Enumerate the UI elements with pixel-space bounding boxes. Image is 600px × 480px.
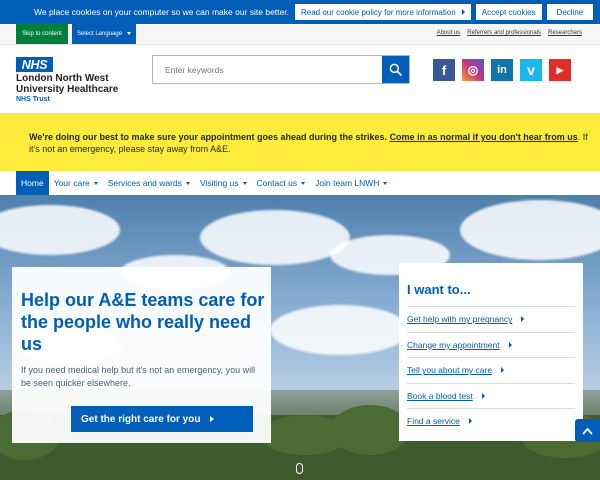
utility-links: About us Referrers and professionals Res… [437, 30, 582, 36]
nav-your-care[interactable]: Your care [49, 171, 103, 195]
scroll-to-top-button[interactable] [575, 419, 600, 442]
main-nav: Home Your care Services and wards Visiti… [0, 171, 600, 195]
caret-down-icon [127, 32, 132, 35]
want-item-pregnancy[interactable]: Get help with my pregnancy [407, 306, 575, 332]
facebook-icon[interactable]: f [433, 59, 455, 81]
nav-visiting-us[interactable]: Visiting us [195, 171, 252, 195]
chevron-up-icon [582, 427, 593, 434]
nav-services-and-wards[interactable]: Services and wards [103, 171, 195, 195]
strike-alert-bold: We're doing our best to make sure your a… [29, 132, 388, 142]
about-us-link[interactable]: About us [437, 30, 461, 36]
get-right-care-button[interactable]: Get the right care for you [71, 406, 253, 432]
triangle-right-icon [210, 416, 215, 422]
researchers-link[interactable]: Researchers [548, 30, 582, 36]
cloud-shape [0, 205, 120, 255]
nav-home[interactable]: Home [16, 171, 49, 195]
caret-down-icon [185, 181, 190, 185]
nhs-trust-label: NHS Trust [16, 96, 50, 103]
want-item-blood-test[interactable]: Book a blood test [407, 382, 575, 409]
caret-down-icon [383, 181, 388, 185]
trust-name: London North West University Healthcare [16, 73, 119, 95]
caret-down-icon [242, 181, 247, 185]
triangle-right-icon [481, 392, 485, 399]
cookie-policy-label: Read our cookie policy for more informat… [300, 7, 456, 17]
nhs-logo-badge: NHS [16, 57, 53, 72]
trust-name-line-2: University Healthcare [16, 83, 119, 95]
cloud-shape [270, 305, 410, 355]
want-item-change-appointment[interactable]: Change my appointment [407, 331, 575, 358]
decline-cookies-button[interactable]: Decline [546, 4, 594, 20]
cookie-banner: We place cookies on your computer so we … [0, 0, 600, 24]
caret-down-icon [93, 181, 98, 185]
search-input[interactable] [153, 56, 382, 83]
strike-alert-link[interactable]: Come in as normal if you don't hear from… [390, 132, 578, 142]
triangle-right-icon [501, 367, 505, 374]
strike-alert-banner: We're doing our best to make sure your a… [0, 113, 600, 171]
search-icon [389, 63, 402, 76]
triangle-right-icon [521, 316, 525, 323]
linkedin-icon[interactable]: in [491, 59, 513, 81]
tree-shape [330, 405, 410, 455]
referrers-link[interactable]: Referrers and professionals [467, 30, 541, 36]
i-want-to-card: I want to... Get help with my pregnancy … [399, 263, 583, 441]
instagram-icon[interactable]: ◎ [462, 59, 484, 81]
language-select[interactable]: Select Language [72, 23, 136, 44]
youtube-icon[interactable]: ▶ [549, 59, 571, 81]
header-divider [0, 44, 600, 45]
want-item-tell-about-care[interactable]: Tell you about my care [407, 357, 575, 383]
language-select-label: Select Language [77, 30, 123, 37]
caret-down-icon [301, 181, 306, 185]
skip-to-content-link[interactable]: Skip to content [16, 23, 68, 44]
nav-join-team[interactable]: Join team LNWH [310, 171, 392, 195]
get-right-care-label: Get the right care for you [81, 413, 201, 425]
want-item-find-service[interactable]: Find a service [407, 408, 575, 434]
cookie-message: We place cookies on your computer so we … [34, 7, 289, 17]
site-logo[interactable]: NHS London North West University Healthc… [16, 57, 118, 103]
hero-heading: Help our A&E teams care for the people w… [21, 290, 265, 354]
trust-name-line-1: London North West [16, 73, 109, 84]
cloud-shape [200, 210, 350, 265]
cookie-policy-button[interactable]: Read our cookie policy for more informat… [294, 4, 471, 20]
search-button[interactable] [382, 56, 409, 83]
scroll-mouse-icon [296, 463, 303, 474]
triangle-right-icon [508, 341, 512, 348]
accept-cookies-button[interactable]: Accept cookies [475, 4, 542, 20]
cloud-shape [460, 200, 600, 260]
hero-body: If you need medical help but it's not an… [21, 365, 256, 388]
vimeo-icon[interactable]: v [520, 59, 542, 81]
search-bar [152, 55, 410, 84]
nav-contact-us[interactable]: Contact us [252, 171, 311, 195]
triangle-right-icon [468, 418, 472, 425]
triangle-right-icon [461, 9, 465, 15]
i-want-to-title: I want to... [407, 282, 471, 297]
